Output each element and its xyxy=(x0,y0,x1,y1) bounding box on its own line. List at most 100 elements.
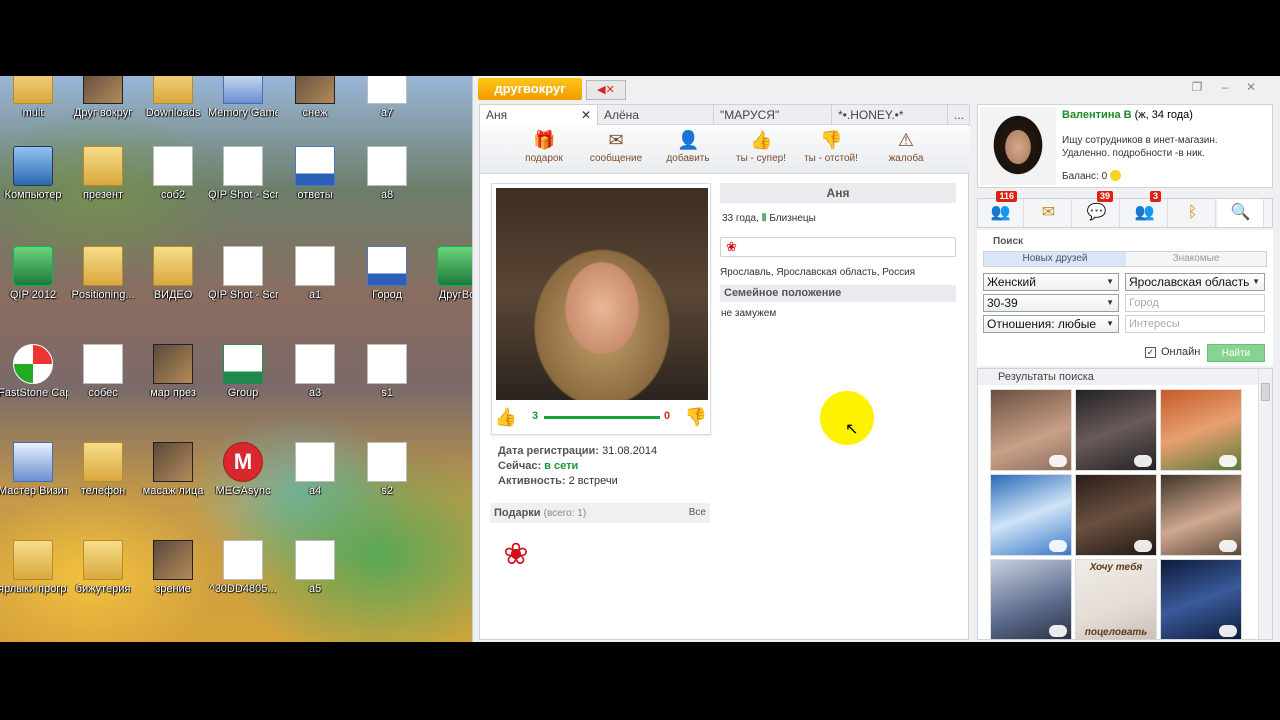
online-checkbox[interactable]: ✓ xyxy=(1145,347,1156,358)
desktop-icon[interactable]: презент xyxy=(68,146,138,202)
gifts-all-link[interactable]: Все xyxy=(689,503,706,523)
desktop-icon[interactable]: s1 xyxy=(352,344,422,400)
desktop-icon[interactable]: Group xyxy=(208,344,278,400)
desktop-icon[interactable]: ответы xyxy=(280,146,350,202)
mail-icon[interactable]: ✉ xyxy=(1026,199,1072,227)
desktop-icon[interactable]: мар през xyxy=(138,344,208,400)
desktop-icon[interactable]: a8 xyxy=(352,146,422,202)
gift-roses-icon[interactable]: ❀ xyxy=(494,533,538,577)
desktop-icon[interactable]: mult xyxy=(0,76,68,120)
desktop-icon[interactable]: Город xyxy=(352,246,422,302)
chat-bubble-icon[interactable] xyxy=(1219,455,1237,467)
result-photo[interactable] xyxy=(1160,474,1242,556)
toolbar-button[interactable]: ⚠ жалоба xyxy=(867,130,945,164)
desktop-icon[interactable]: a7 xyxy=(352,76,422,120)
desktop-icon[interactable]: ВИДЕО xyxy=(138,246,208,302)
chat-bubble-icon[interactable] xyxy=(1219,625,1237,637)
my-status[interactable]: Ищу сотрудников в инет-магазин. Удаленно… xyxy=(1062,134,1268,160)
chat-bubble-icon[interactable] xyxy=(1134,540,1152,552)
result-photo[interactable] xyxy=(990,389,1072,471)
doc-icon xyxy=(223,146,263,186)
desktop-icon[interactable]: QIP Shot - Screen 121 xyxy=(208,246,278,302)
relation-select[interactable]: Отношения: любые ▼ xyxy=(983,315,1119,333)
result-photo[interactable]: Хочу тебя поцеловать xyxy=(1075,559,1157,639)
like-thumb-icon[interactable]: 👍 xyxy=(494,407,518,429)
restore-window-icon[interactable]: ❐ xyxy=(1187,79,1207,95)
desktop-icon[interactable]: снеж xyxy=(280,76,350,120)
activity-line: Активность: 2 встречи xyxy=(498,475,618,487)
chat-tab[interactable]: Аня ✕ xyxy=(480,105,598,126)
toolbar-button[interactable]: 👤 добавить xyxy=(649,130,727,164)
friends-icon[interactable]: 👥 116 xyxy=(978,191,1024,227)
find-button[interactable]: Найти xyxy=(1207,344,1265,362)
chat-tab[interactable]: "МАРУСЯ" xyxy=(714,105,832,125)
minimize-window-icon[interactable]: – xyxy=(1215,79,1235,95)
scroll-thumb[interactable] xyxy=(1261,383,1270,401)
chat-bubble-icon[interactable] xyxy=(1049,540,1067,552)
gender-select[interactable]: Женский ▼ xyxy=(983,273,1119,291)
guests-icon[interactable]: 👥 3 xyxy=(1122,191,1168,227)
desktop-icon[interactable]: Downloads xyxy=(138,76,208,120)
region-select[interactable]: Ярославская область ▼ xyxy=(1125,273,1265,291)
desktop-icon[interactable]: бижутерия xyxy=(68,540,138,596)
chat-bubble-icon[interactable] xyxy=(1134,455,1152,467)
search-icon[interactable]: 🔍 xyxy=(1218,199,1264,227)
dislike-thumb-icon[interactable]: 👎 xyxy=(684,407,708,429)
desktop-icon[interactable]: a5 xyxy=(280,540,350,596)
desktop-icon[interactable]: a1 xyxy=(280,246,350,302)
toolbar-button[interactable]: 👎 ты - отстой! xyxy=(792,130,870,164)
my-name[interactable]: Валентина В xyxy=(1062,109,1132,121)
profile-photo[interactable] xyxy=(496,188,708,400)
desktop-icon[interactable]: ярлыки програм xyxy=(0,540,68,596)
desktop-icon[interactable]: FastStone Capture xyxy=(0,344,68,400)
age-select[interactable]: 30-39 ▼ xyxy=(983,294,1119,312)
results-scrollbar[interactable] xyxy=(1258,369,1272,639)
desktop-icon[interactable]: QIP 2012 xyxy=(0,246,68,302)
my-profile-card: Валентина В (ж, 34 года) Ищу сотрудников… xyxy=(977,104,1273,188)
result-photo[interactable] xyxy=(1160,559,1242,639)
desktop-icon[interactable]: масаж лица xyxy=(138,442,208,498)
result-photo[interactable] xyxy=(990,559,1072,639)
chat-tab[interactable]: *•.HONEY.•* xyxy=(832,105,948,125)
chat-bubble-icon[interactable] xyxy=(1049,455,1067,467)
toolbar-button[interactable]: 👍 ты - супер! xyxy=(722,130,800,164)
desktop-icon[interactable]: зрение xyxy=(138,540,208,596)
desktop-icon[interactable]: Компьютер xyxy=(0,146,68,202)
desktop-icon[interactable]: Друг вокруг xyxy=(68,76,138,120)
result-photo[interactable] xyxy=(1160,389,1242,471)
desktop-icon[interactable]: собес xyxy=(68,344,138,400)
chat-icon[interactable]: 💬 39 xyxy=(1074,191,1120,227)
acquaintances-tab[interactable]: Знакомые xyxy=(1126,252,1266,266)
result-photo[interactable] xyxy=(1075,474,1157,556)
chat-tab[interactable]: ... xyxy=(948,105,970,125)
chat-bubble-icon[interactable] xyxy=(1219,540,1237,552)
desktop-icon[interactable]: Мастер Визиток xyxy=(0,442,68,498)
chat-tab[interactable]: Алёна xyxy=(598,105,714,125)
new-friends-tab[interactable]: Новых друзей xyxy=(984,252,1126,266)
desktop-icon[interactable]: QIP Shot - Screen 120 xyxy=(208,146,278,202)
bluetooth-icon[interactable]: ᛒ xyxy=(1170,199,1216,227)
status-field[interactable]: ❀ xyxy=(720,237,956,257)
desktop-icon[interactable]: телефон xyxy=(68,442,138,498)
desktop-icon[interactable]: M MEGAsync xyxy=(208,442,278,498)
desktop-icon[interactable]: Memory Games 5 xyxy=(208,76,278,120)
chat-bubble-icon[interactable] xyxy=(1049,625,1067,637)
close-window-icon[interactable]: ✕ xyxy=(1241,79,1261,95)
desktop-icon[interactable]: a4 xyxy=(280,442,350,498)
result-photo[interactable] xyxy=(1075,389,1157,471)
mega-icon: M xyxy=(223,442,263,482)
close-tab-icon[interactable]: ✕ xyxy=(581,105,591,125)
toolbar-button[interactable]: 🎁 подарок xyxy=(505,130,583,164)
sound-toggle-button[interactable]: ◀✕ xyxy=(586,80,626,100)
desktop-icon[interactable]: Positioning... xyxy=(68,246,138,302)
desktop-icon[interactable]: ДругВо xyxy=(422,246,472,302)
desktop-icon[interactable]: ^30DD4805... xyxy=(208,540,278,596)
toolbar-button[interactable]: ✉ сообщение xyxy=(577,130,655,164)
desktop-icon[interactable]: a3 xyxy=(280,344,350,400)
interests-input[interactable]: Интересы xyxy=(1125,315,1265,333)
desktop-icon[interactable]: соб2 xyxy=(138,146,208,202)
result-photo[interactable] xyxy=(990,474,1072,556)
my-avatar[interactable] xyxy=(980,107,1056,185)
desktop-icon[interactable]: s2 xyxy=(352,442,422,498)
city-input[interactable]: Город xyxy=(1125,294,1265,312)
